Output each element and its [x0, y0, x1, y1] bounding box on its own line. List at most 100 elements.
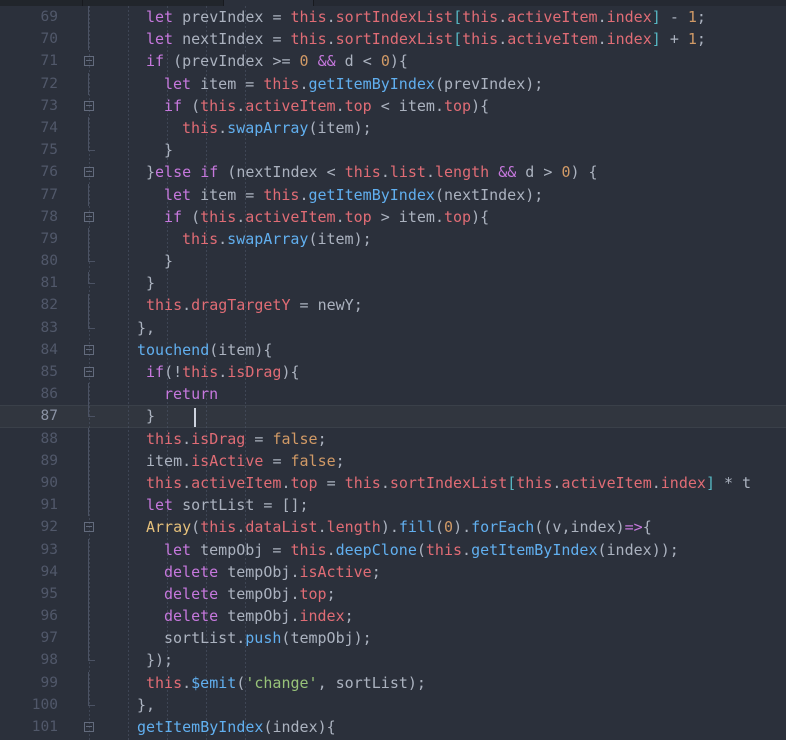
code-line[interactable]: 69 let prevIndex = this.sortIndexList[thi…: [0, 6, 786, 29]
code-text[interactable]: delete tempObj.isActive;: [164, 561, 381, 583]
fold-column[interactable]: [62, 649, 108, 671]
line-number[interactable]: 76: [0, 161, 62, 183]
code-text[interactable]: delete tempObj.top;: [164, 583, 336, 605]
fold-collapse-icon[interactable]: [84, 211, 94, 222]
code-text[interactable]: touchend(item){: [137, 339, 272, 361]
code-text[interactable]: },: [137, 317, 155, 339]
line-number[interactable]: 72: [0, 73, 62, 95]
code-line[interactable]: 80}: [0, 250, 786, 272]
fold-column[interactable]: [62, 139, 108, 161]
fold-column[interactable]: [62, 560, 108, 583]
fold-column[interactable]: [62, 671, 108, 694]
code-text[interactable]: getItemByIndex(index){: [137, 716, 336, 738]
fold-column[interactable]: [62, 206, 108, 228]
fold-column[interactable]: [62, 471, 108, 495]
line-number[interactable]: 83: [0, 317, 62, 339]
line-number[interactable]: 90: [0, 472, 62, 494]
code-line[interactable]: 88 this.isDrag = false;: [0, 427, 786, 450]
fold-collapse-icon[interactable]: [84, 56, 94, 67]
code-line[interactable]: 72 let item = this.getItemByIndex(prevInd…: [0, 72, 786, 95]
code-line[interactable]: 94 delete tempObj.isActive;: [0, 560, 786, 583]
fold-column[interactable]: [62, 716, 108, 738]
fold-column[interactable]: [62, 627, 108, 650]
code-text[interactable]: });: [146, 649, 173, 671]
line-number[interactable]: 74: [0, 117, 62, 139]
fold-column[interactable]: [62, 339, 108, 361]
code-text[interactable]: this.isDrag = false;: [146, 428, 327, 450]
fold-column[interactable]: [62, 272, 108, 294]
code-text[interactable]: },: [137, 694, 155, 716]
fold-column[interactable]: [62, 383, 108, 406]
code-text[interactable]: }: [146, 272, 155, 294]
code-text[interactable]: return: [164, 383, 218, 405]
code-line[interactable]: 92 Array(this.dataList.length).fill(0).fo…: [0, 516, 786, 538]
code-text[interactable]: if (this.activeItem.top > item.top){: [164, 206, 489, 228]
code-line[interactable]: 71 if (prevIndex >= 0 && d < 0){: [0, 50, 786, 72]
line-number[interactable]: 91: [0, 494, 62, 516]
fold-column[interactable]: [62, 183, 108, 206]
line-number[interactable]: 89: [0, 450, 62, 472]
code-line[interactable]: 75}: [0, 139, 786, 161]
code-line[interactable]: 89 item.isActive = false;: [0, 449, 786, 472]
code-line[interactable]: 78 if (this.activeItem.top > item.top){: [0, 206, 786, 228]
code-text[interactable]: this.activeItem.top = this.sortIndexList…: [146, 472, 751, 494]
code-text[interactable]: let prevIndex = this.sortIndexList[this.…: [146, 6, 706, 28]
line-number[interactable]: 73: [0, 95, 62, 117]
line-number[interactable]: 101: [0, 716, 62, 738]
code-text[interactable]: let item = this.getItemByIndex(nextIndex…: [164, 184, 543, 206]
code-text[interactable]: let sortList = [];: [146, 494, 309, 516]
code-line[interactable]: 90 this.activeItem.top = this.sortIndexLi…: [0, 471, 786, 495]
fold-column[interactable]: [62, 116, 108, 140]
code-text[interactable]: }else if (nextIndex < this.list.length &…: [146, 161, 598, 183]
code-line[interactable]: 95 delete tempObj.top;: [0, 582, 786, 606]
code-line[interactable]: 76 }else if (nextIndex < this.list.length…: [0, 161, 786, 183]
code-text[interactable]: if (this.activeItem.top < item.top){: [164, 95, 489, 117]
code-text[interactable]: let item = this.getItemByIndex(prevIndex…: [164, 73, 543, 95]
fold-column[interactable]: [62, 582, 108, 606]
line-number[interactable]: 84: [0, 339, 62, 361]
line-number[interactable]: 82: [0, 294, 62, 316]
code-line[interactable]: 82 this.dragTargetY = newY;: [0, 294, 786, 317]
line-number[interactable]: 98: [0, 649, 62, 671]
code-line[interactable]: 99 this.$emit('change', sortList);: [0, 671, 786, 694]
line-number[interactable]: 97: [0, 627, 62, 649]
code-line[interactable]: 70 let nextIndex = this.sortIndexList[thi…: [0, 28, 786, 51]
fold-column[interactable]: [62, 294, 108, 317]
code-line[interactable]: 81}: [0, 272, 786, 294]
editor-tab[interactable]: [83, 0, 223, 6]
line-number[interactable]: 81: [0, 272, 62, 294]
code-line[interactable]: 93 let tempObj = this.deepClone(this.getI…: [0, 538, 786, 561]
fold-column[interactable]: [62, 516, 108, 538]
code-line[interactable]: 96 delete tempObj.index;: [0, 605, 786, 628]
fold-column[interactable]: [62, 227, 108, 251]
fold-column[interactable]: [62, 361, 108, 383]
code-text[interactable]: this.dragTargetY = newY;: [146, 294, 363, 316]
editor-tab[interactable]: [224, 0, 313, 6]
fold-column[interactable]: [62, 494, 108, 517]
line-number[interactable]: 79: [0, 228, 62, 250]
fold-column[interactable]: [62, 605, 108, 628]
code-line[interactable]: 84 touchend(item){: [0, 339, 786, 361]
fold-column[interactable]: [62, 405, 108, 427]
fold-collapse-icon[interactable]: [84, 100, 94, 111]
fold-collapse-icon[interactable]: [84, 367, 94, 377]
fold-column[interactable]: [62, 538, 108, 561]
code-line[interactable]: 85 if(!this.isDrag){: [0, 361, 786, 383]
code-text[interactable]: this.swapArray(item);: [182, 117, 372, 139]
fold-collapse-icon[interactable]: [84, 522, 94, 533]
code-line[interactable]: 77 let item = this.getItemByIndex(nextInd…: [0, 183, 786, 206]
code-text[interactable]: this.swapArray(item);: [182, 228, 372, 250]
code-line[interactable]: 91 let sortList = [];: [0, 494, 786, 517]
code-editor-area[interactable]: 69 let prevIndex = this.sortIndexList[thi…: [0, 6, 786, 740]
fold-column[interactable]: [62, 427, 108, 450]
code-text[interactable]: this.$emit('change', sortList);: [146, 672, 426, 694]
code-text[interactable]: delete tempObj.index;: [164, 605, 354, 627]
line-number[interactable]: 94: [0, 561, 62, 583]
line-number[interactable]: 75: [0, 139, 62, 161]
line-number[interactable]: 88: [0, 428, 62, 450]
line-number[interactable]: 93: [0, 539, 62, 561]
code-text[interactable]: let tempObj = this.deepClone(this.getIte…: [164, 539, 679, 561]
code-lines-container[interactable]: 69 let prevIndex = this.sortIndexList[thi…: [0, 6, 786, 738]
line-number[interactable]: 86: [0, 383, 62, 405]
fold-column[interactable]: [62, 449, 108, 472]
